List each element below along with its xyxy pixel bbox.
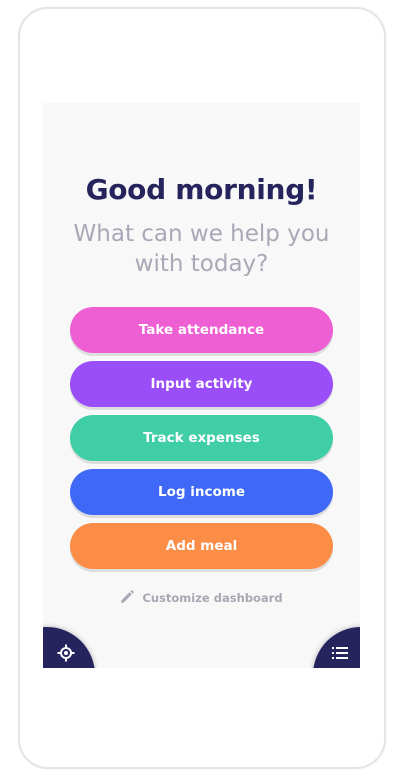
settings-icon xyxy=(57,644,75,662)
settings-button[interactable] xyxy=(43,627,95,668)
greeting-title: Good morning! xyxy=(85,173,318,206)
list-icon xyxy=(332,647,348,659)
customize-dashboard-label: Customize dashboard xyxy=(142,591,283,605)
log-income-button[interactable]: Log income xyxy=(70,469,333,515)
action-list: Take attendance Input activity Track exp… xyxy=(70,307,333,569)
add-meal-button[interactable]: Add meal xyxy=(70,523,333,569)
menu-list-button[interactable] xyxy=(313,627,360,668)
take-attendance-button[interactable]: Take attendance xyxy=(70,307,333,353)
app-screen: Good morning! What can we help you with … xyxy=(43,103,360,668)
customize-dashboard-link[interactable]: Customize dashboard xyxy=(43,590,360,605)
greeting-subtitle: What can we help you with today? xyxy=(73,221,330,277)
pencil-icon xyxy=(121,590,135,603)
input-activity-button[interactable]: Input activity xyxy=(70,361,333,407)
track-expenses-button[interactable]: Track expenses xyxy=(70,415,333,461)
